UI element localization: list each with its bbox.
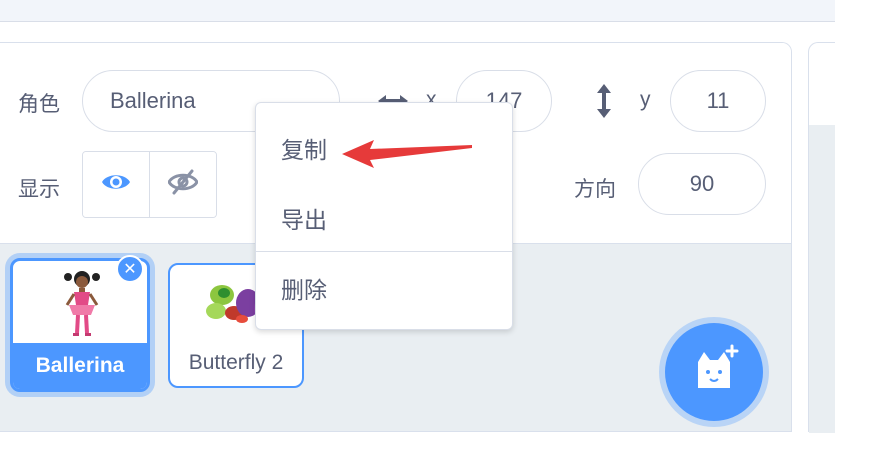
red-arrow-annotation — [340, 136, 475, 177]
top-bar — [0, 0, 835, 22]
menu-item-delete[interactable]: 删除 — [256, 253, 512, 323]
show-button[interactable] — [83, 152, 149, 217]
hide-button[interactable] — [149, 152, 216, 217]
direction-input[interactable]: 90 — [638, 153, 766, 215]
direction-label: 方向 — [574, 178, 616, 201]
show-label: 显示 — [18, 178, 60, 201]
eye-icon — [101, 171, 131, 198]
vertical-arrows-icon — [595, 83, 613, 124]
sprite-tile-label: Butterfly 2 — [188, 351, 284, 374]
y-input[interactable]: 11 — [670, 70, 766, 132]
cat-plus-icon — [686, 342, 742, 403]
sprite-tile-label: Ballerina — [13, 343, 147, 389]
eye-slash-icon — [167, 169, 199, 200]
menu-divider — [256, 251, 512, 252]
y-label: y — [640, 88, 651, 111]
sprite-editor: 角色 Ballerina x 147 y 11 显示 方向 90 Balleri… — [0, 0, 886, 470]
page-margin — [835, 0, 886, 470]
menu-item-export[interactable]: 导出 — [256, 183, 512, 253]
ballerina-thumbnail — [57, 267, 107, 344]
add-sprite-button[interactable] — [665, 323, 763, 421]
delete-sprite-button[interactable]: ✕ — [116, 255, 144, 283]
visibility-toggle — [82, 151, 217, 218]
close-icon: ✕ — [123, 261, 137, 278]
sprite-label: 角色 — [18, 93, 60, 116]
